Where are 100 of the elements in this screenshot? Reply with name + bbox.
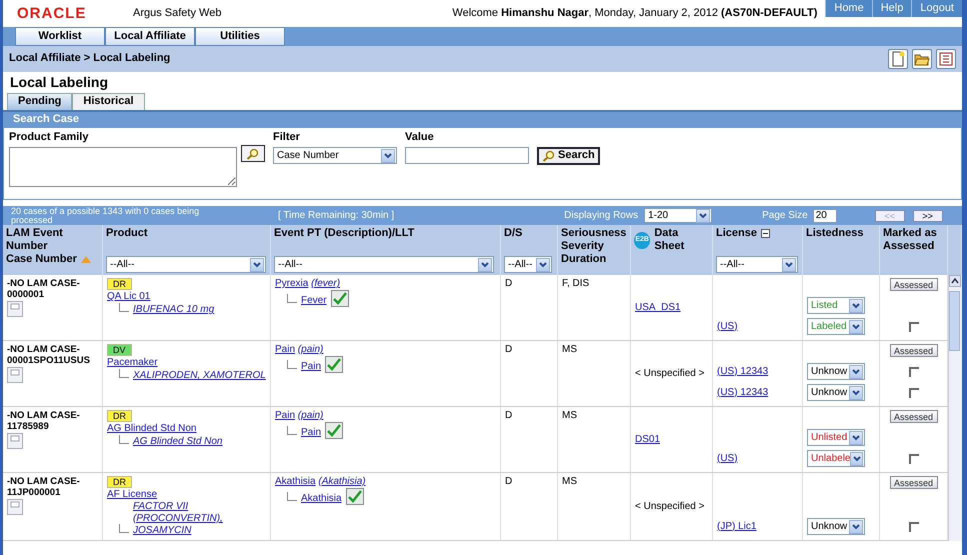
caret-icon [253, 262, 261, 268]
caret-icon [852, 302, 860, 308]
tab[interactable]: Historical [72, 93, 145, 110]
menu-button[interactable]: Utilities [195, 27, 285, 46]
event-link[interactable]: Pain [275, 344, 296, 355]
caret-icon [852, 324, 860, 330]
filter-select[interactable]: --All-- [274, 256, 494, 273]
product-link[interactable]: AG Blinded Std Non [133, 436, 222, 448]
event-description-link[interactable]: (pain) [298, 344, 324, 355]
assessed-button[interactable]: Assessed [890, 476, 938, 489]
menu-button[interactable]: Local Affiliate [105, 27, 195, 46]
caret-icon [785, 262, 793, 268]
event-description-link[interactable]: (fever) [311, 278, 340, 289]
value-field[interactable] [405, 147, 529, 164]
product-tag: DV [107, 344, 132, 356]
field-label: Value [405, 131, 435, 145]
caret-icon [481, 262, 489, 268]
event-description-link[interactable]: (pain) [298, 410, 324, 421]
list-icon [939, 52, 953, 66]
header-link[interactable]: Home [825, 0, 872, 18]
caret-icon [852, 456, 861, 462]
column-header[interactable]: Case Number [6, 253, 77, 267]
column-header: Seriousness Severity Duration [561, 227, 627, 267]
data-sheet-link[interactable]: USA_DS1 [635, 302, 681, 314]
caret-icon [699, 212, 708, 218]
column-header: Event PT (Description)/LLT [274, 227, 416, 240]
product-link[interactable]: QA Lic 01 [107, 291, 150, 302]
product-link[interactable]: IBUFENAC 10 mg [133, 304, 214, 316]
table-cell: D [501, 473, 558, 540]
product-link[interactable]: Pacemaker [107, 357, 158, 368]
search-button[interactable]: Search [537, 147, 600, 165]
filter-select[interactable]: Case Number [273, 147, 397, 164]
event-link[interactable]: Pain [275, 410, 296, 421]
column-header: D/S [504, 227, 524, 240]
new-document-button[interactable] [888, 49, 908, 69]
listedness-select[interactable]: Unknow [807, 384, 865, 401]
listedness-select[interactable]: Unknow [807, 518, 865, 535]
breadcrumb: Local Affiliate > Local Labeling [9, 52, 170, 66]
oracle-logo: ORACLE [17, 4, 88, 22]
scrollbar[interactable] [948, 275, 962, 541]
table-cell: MS [558, 341, 631, 406]
case-icon [7, 366, 23, 383]
event-link[interactable]: Pain [301, 361, 322, 373]
filter-select[interactable]: --All-- [106, 256, 266, 273]
case-icon [7, 300, 23, 317]
listedness-select[interactable]: Unlisted [807, 429, 865, 446]
new-document-icon [891, 51, 905, 67]
product-link[interactable]: XALIPRODEN, XAMOTEROL [133, 370, 266, 382]
event-link[interactable]: Akathisia [301, 493, 342, 505]
table-cell: D [501, 407, 558, 472]
license-link[interactable]: (JP) Lic1 [717, 520, 756, 532]
listedness-select[interactable]: Listed [807, 297, 865, 314]
rows-select[interactable]: 1-20 [644, 208, 712, 223]
check-icon [325, 422, 344, 439]
list-button[interactable] [936, 49, 956, 69]
filter-select[interactable]: --All-- [504, 256, 552, 273]
column-header: Data Sheet [654, 227, 686, 254]
listedness-select[interactable]: Labeled [807, 318, 865, 335]
table-cell: D [501, 341, 558, 406]
event-description-link[interactable]: (Akathisia) [318, 476, 366, 487]
listedness-select[interactable]: Unlabele [807, 450, 865, 467]
assessed-button[interactable]: Assessed [890, 278, 938, 291]
table-cell: D [501, 275, 558, 340]
open-folder-button[interactable] [912, 49, 932, 69]
event-link[interactable]: Pyrexia [275, 278, 308, 289]
scrollbar-thumb[interactable] [949, 291, 960, 352]
page-size-field[interactable]: 20 [812, 208, 837, 222]
listedness-select[interactable]: Unknow [807, 363, 865, 380]
event-link[interactable]: Pain [301, 427, 322, 439]
license-link[interactable]: (US) [717, 452, 738, 464]
lookup-button[interactable] [241, 145, 265, 162]
header-link[interactable]: Logout [911, 0, 962, 18]
assessed-button[interactable]: Assessed [890, 410, 938, 423]
sort-icon [80, 256, 91, 264]
license-link[interactable]: (US) 12343 [717, 386, 768, 398]
welcome-text: Welcome Himanshu Nagar, Monday, January 2, 2012 (AS70N-DEFAULT) [452, 6, 818, 20]
menu-button[interactable]: Worklist [15, 27, 105, 46]
caret-icon [852, 368, 860, 374]
case-number: -NO LAM CASE-0000001 [7, 278, 81, 301]
product-link[interactable]: FACTOR VII (PROCONVERTIN), JOSAMYCIN [133, 501, 266, 537]
column-header: Listedness [806, 227, 864, 240]
event-link[interactable]: Akathisia [275, 476, 316, 487]
product-family-field[interactable] [9, 147, 237, 187]
next-page-button[interactable]: >> [912, 210, 943, 222]
product-link[interactable]: AF License [107, 489, 158, 500]
license-link[interactable]: (US) [717, 320, 738, 332]
header-link[interactable]: Help [872, 0, 912, 18]
tab[interactable]: Pending [7, 93, 72, 110]
license-link[interactable]: (US) 12343 [717, 366, 768, 378]
column-header: Marked as Assessed [883, 227, 938, 254]
time-remaining: [ Time Remaining: 30min ] [278, 210, 394, 222]
event-link[interactable]: Fever [301, 295, 327, 307]
table-cell: F, DIS [558, 275, 631, 340]
filter-select[interactable]: --All-- [716, 256, 798, 273]
data-sheet-link[interactable]: DS01 [635, 434, 660, 446]
product-tag: DR [107, 410, 132, 422]
product-link[interactable]: AG Blinded Std Non [107, 423, 196, 434]
product-tag: DR [107, 476, 132, 488]
assessed-button[interactable]: Assessed [890, 344, 938, 357]
case-number: -NO LAM CASE-11785989 [7, 410, 81, 433]
